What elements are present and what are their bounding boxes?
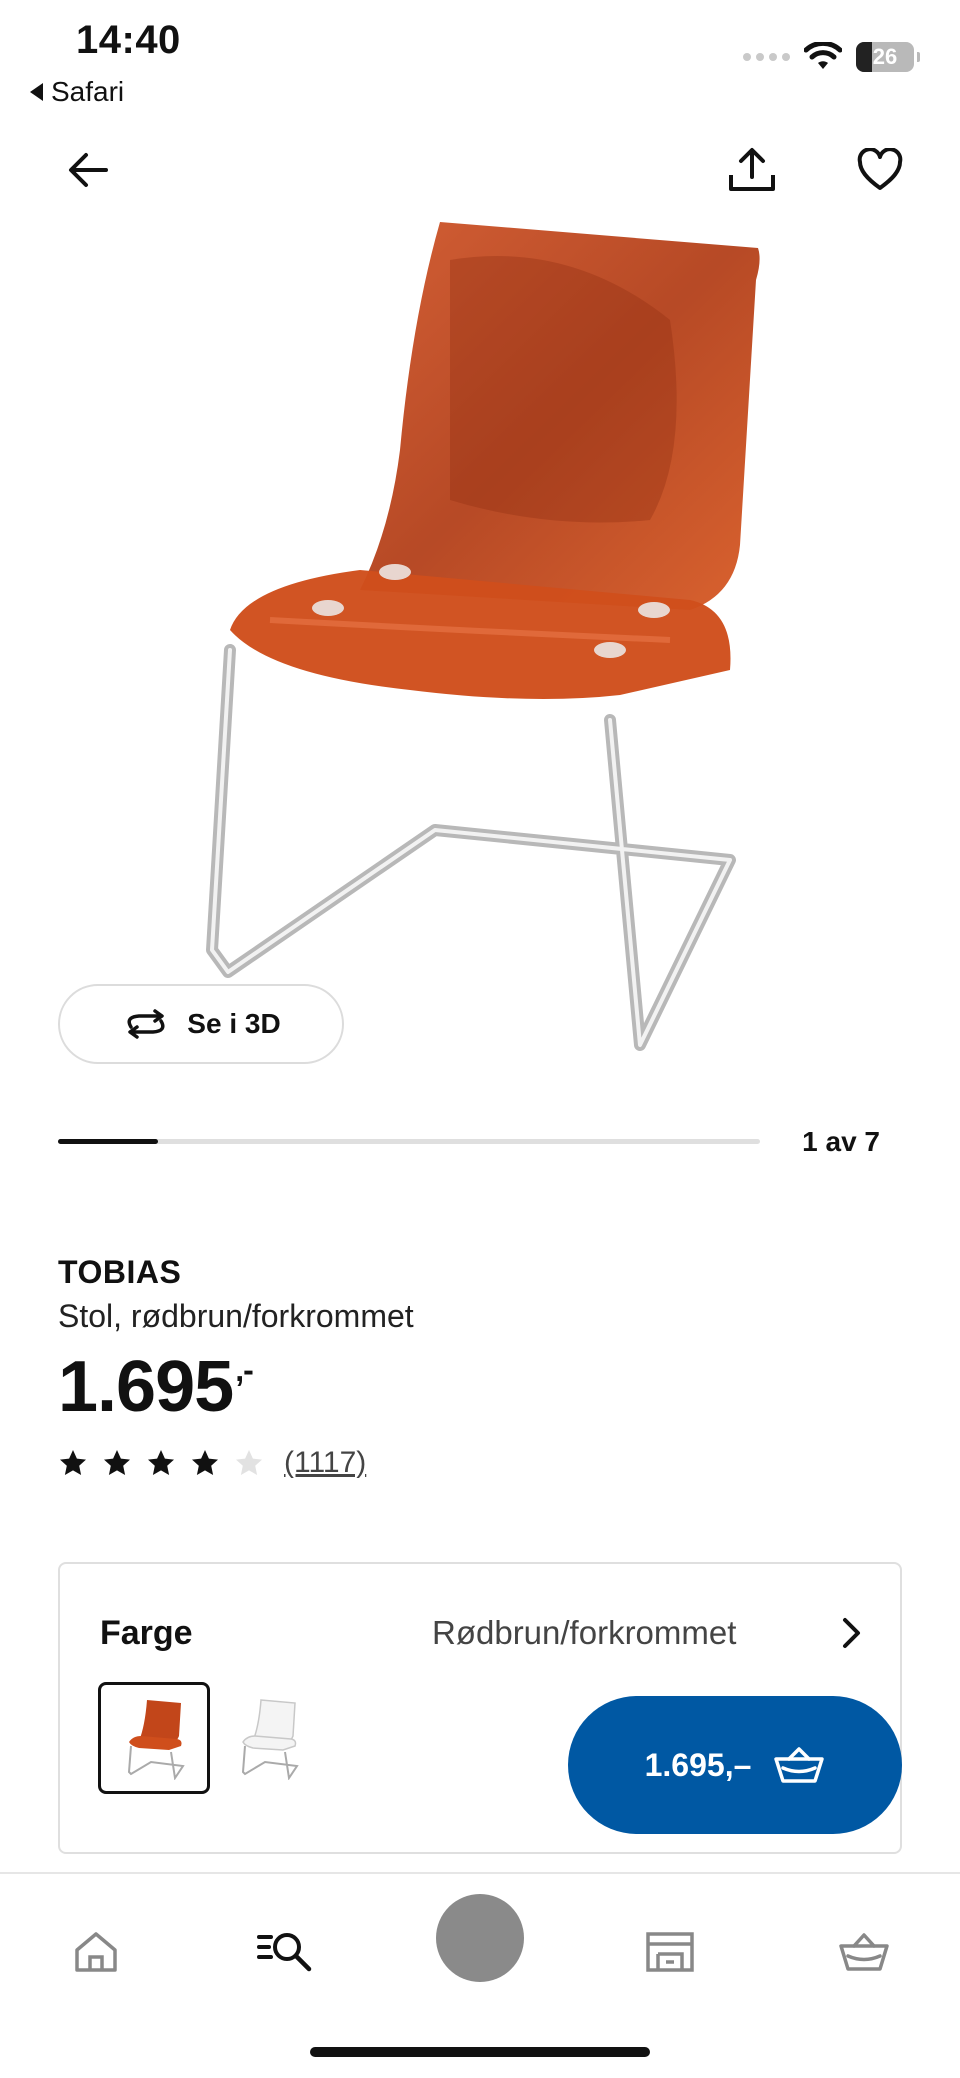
carousel-counter: 1 av 7 [802, 1126, 880, 1157]
profile-avatar[interactable] [436, 1894, 524, 1982]
color-swatch-selected[interactable] [98, 1682, 210, 1794]
chair-thumbnail-red [127, 1700, 185, 1780]
add-to-cart-button[interactable]: 1.695,– [568, 1696, 902, 1834]
back-app-label: Safari [51, 76, 125, 107]
status-indicators: 26 [743, 42, 920, 72]
status-time: 14:40 [76, 18, 181, 62]
view-3d-button[interactable]: Se i 3D [58, 984, 344, 1064]
color-value: Rødbrun/forkrommet [432, 1614, 737, 1651]
basket-icon [774, 1747, 825, 1783]
store-icon [646, 1932, 694, 1972]
basket-icon [839, 1933, 889, 1971]
image-carousel-progress [58, 1139, 760, 1144]
wifi-icon [804, 42, 842, 69]
rotate-3d-icon [127, 1009, 165, 1039]
tab-home[interactable] [56, 1912, 136, 1992]
favorite-button[interactable] [850, 140, 910, 200]
heart-icon [857, 148, 903, 190]
tab-cart[interactable] [824, 1912, 904, 1992]
share-icon [729, 148, 775, 191]
share-button[interactable] [722, 140, 782, 200]
product-description: Stol, rødbrun/forkrommet [58, 1298, 414, 1334]
color-label: Farge [100, 1614, 193, 1652]
add-to-cart-label: 1.695,– [644, 1746, 752, 1783]
chevron-right-icon[interactable] [840, 1616, 864, 1650]
product-price: 1.695 ,- [58, 1346, 254, 1428]
battery-icon: 26 [856, 42, 920, 72]
star-filled-icon [104, 1450, 130, 1475]
battery-level: 26 [872, 44, 898, 69]
cellular-signal-icon [743, 53, 790, 61]
view-3d-label: Se i 3D [187, 1008, 281, 1039]
back-triangle-icon [30, 83, 43, 101]
back-button[interactable] [58, 140, 118, 200]
home-indicator [310, 2047, 650, 2057]
color-swatch-transparent[interactable] [212, 1682, 324, 1794]
star-empty-icon [236, 1450, 262, 1475]
search-icon [257, 1933, 312, 1972]
star-filled-icon [192, 1450, 218, 1475]
review-count-link[interactable]: (1117) [284, 1446, 366, 1480]
product-rating[interactable]: (1117) [58, 1446, 366, 1480]
star-filled-icon [60, 1450, 86, 1475]
home-icon [75, 1932, 117, 1972]
back-to-safari[interactable]: Safari [30, 76, 124, 108]
rating-stars [58, 1448, 264, 1478]
price-amount: 1.695 [58, 1347, 234, 1427]
star-filled-icon [148, 1450, 174, 1475]
tab-search[interactable] [246, 1912, 326, 1992]
product-name: TOBIAS [58, 1254, 182, 1290]
price-suffix: ,- [235, 1352, 254, 1388]
arrow-left-icon [69, 153, 108, 187]
tab-stores[interactable] [630, 1912, 710, 1992]
chair-thumbnail-transparent [241, 1699, 299, 1780]
carousel-progress-fill [58, 1139, 159, 1144]
product-image[interactable] [150, 200, 790, 1080]
